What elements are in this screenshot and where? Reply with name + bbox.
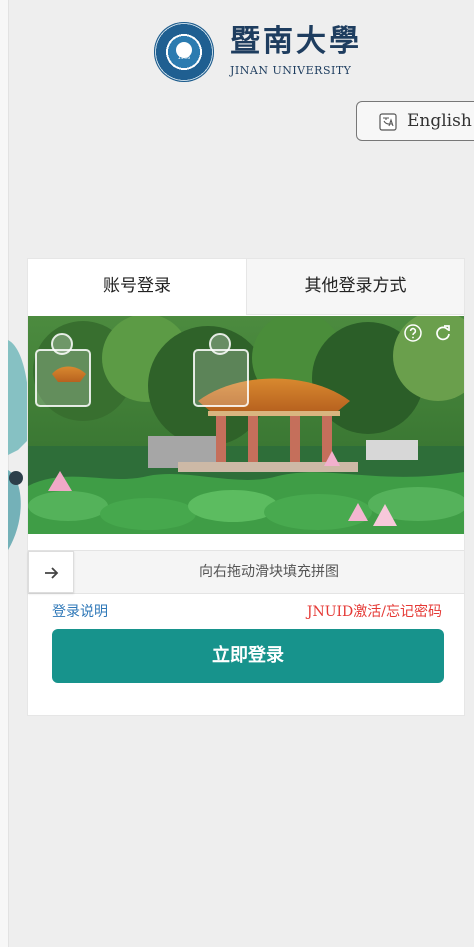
refresh-icon[interactable] bbox=[434, 324, 452, 342]
login-help-link[interactable]: 登录说明 bbox=[52, 601, 108, 621]
tab-other-login[interactable]: 其他登录方式 bbox=[246, 259, 464, 315]
university-name-en: JINAN UNIVERSITY bbox=[230, 64, 352, 77]
login-button[interactable]: 立即登录 bbox=[52, 629, 444, 683]
captcha-overlay-text bbox=[32, 356, 262, 374]
help-icon[interactable] bbox=[404, 324, 422, 342]
university-name-cn: 暨南大學 bbox=[230, 24, 362, 59]
captcha-image bbox=[28, 316, 464, 534]
seal-year: 1906 bbox=[177, 55, 191, 61]
reset-password-link[interactable]: JNUID激活/忘记密码 bbox=[307, 601, 442, 621]
slider-handle[interactable] bbox=[28, 551, 74, 593]
language-button[interactable]: English bbox=[356, 101, 474, 141]
university-seal-logo: 1906 bbox=[154, 22, 214, 82]
translate-icon bbox=[379, 113, 397, 131]
header: 1906 暨南大學 JINAN UNIVERSITY bbox=[8, 0, 474, 95]
tab-account-login[interactable]: 账号登录 bbox=[28, 259, 246, 315]
captcha-slider[interactable]: 向右拖动滑块填充拼图 bbox=[28, 550, 464, 594]
slider-instruction: 向右拖动滑块填充拼图 bbox=[199, 564, 339, 580]
language-label: English bbox=[407, 111, 472, 131]
login-card: 账号登录 其他登录方式 向右拖动滑块填充拼图 登录说明 JNUID激活/忘记密码… bbox=[27, 258, 465, 716]
login-tabs: 账号登录 其他登录方式 bbox=[28, 259, 466, 315]
arrow-right-icon bbox=[43, 564, 61, 582]
